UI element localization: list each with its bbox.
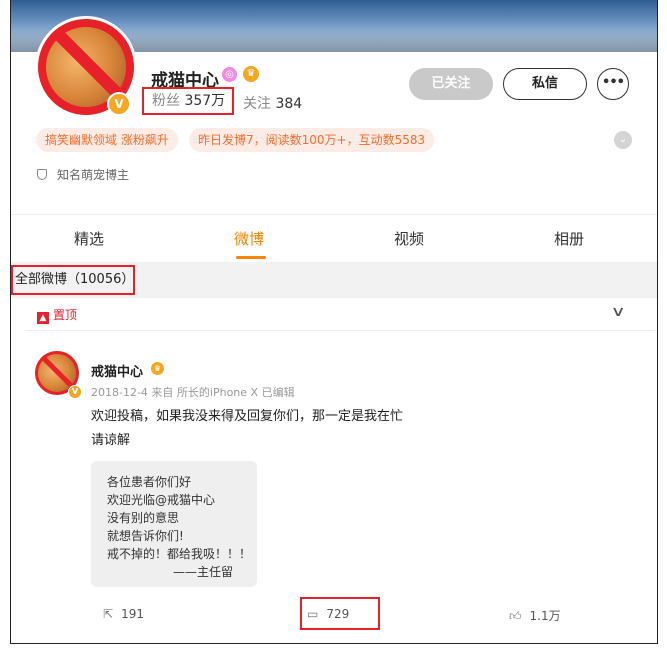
fans-count-box[interactable]: 粉丝 357万 <box>142 87 234 115</box>
pinned-text: 置顶 <box>53 308 78 322</box>
following-label: 关注 <box>243 96 271 112</box>
tab-albums[interactable]: 相册 <box>554 228 584 249</box>
pinned-label: ▲ 置顶 <box>37 306 77 324</box>
image-text-line: 戒不掉的！都给我吸！！！ <box>107 547 252 561</box>
comment-button[interactable]: ▭ 729 <box>307 607 349 621</box>
crown-icon: ♛ <box>243 66 259 82</box>
following-value: 384 <box>275 96 303 112</box>
like-button[interactable]: 👍︎ 1.1万 <box>509 607 561 624</box>
repost-count: 191 <box>121 607 144 621</box>
post-text: 欢迎投稿，如果我没来得及回复你们，那一定是我在忙 <box>91 409 404 424</box>
comment-icon: ▭ <box>307 607 319 621</box>
divider <box>11 214 657 215</box>
more-options-button[interactable]: ••• <box>597 68 629 100</box>
profile-description: 知名萌宠博主 <box>37 166 129 183</box>
tab-featured[interactable]: 精选 <box>74 228 104 249</box>
image-text-line: 就想告诉你们! <box>107 529 184 543</box>
following-count[interactable]: 关注 384 <box>243 93 302 113</box>
verified-badge-icon: V <box>107 92 131 116</box>
message-button[interactable]: 私信 <box>503 68 587 100</box>
active-tab-indicator <box>236 256 266 259</box>
image-text-line: 没有别的意思 <box>107 511 180 525</box>
member-icon: ◎ <box>222 67 237 82</box>
post-image[interactable]: 各位患者你们好 欢迎光临@戒猫中心 没有别的意思 就想告诉你们! 戒不掉的！都给… <box>91 461 257 587</box>
expand-tags-icon[interactable]: ⌄ <box>614 131 632 149</box>
shield-icon <box>37 169 47 180</box>
followed-button[interactable]: 已关注 <box>409 68 493 100</box>
profile-page: V 戒猫中心 ◎ ♛ 粉丝 357万 关注 384 已关注 私信 ••• 搞笑幽… <box>10 0 658 644</box>
tag-trending[interactable]: 搞笑幽默领域 涨粉飙升 <box>36 128 178 152</box>
tab-weibo[interactable]: 微博 <box>234 228 264 249</box>
image-text-line: ——主任留 <box>173 565 234 579</box>
crown-icon: ♛ <box>151 362 164 375</box>
post-author[interactable]: 戒猫中心 <box>91 361 143 380</box>
tab-videos[interactable]: 视频 <box>394 228 424 249</box>
verified-badge-icon: V <box>68 385 82 399</box>
thumbs-up-icon: 👍︎ <box>509 609 522 623</box>
comment-count: 729 <box>326 607 350 621</box>
description-text: 知名萌宠博主 <box>57 168 130 182</box>
post-text: 请谅解 <box>91 433 131 448</box>
pin-icon: ▲ <box>37 312 49 324</box>
repost-button[interactable]: ⇱ 191 <box>103 607 144 621</box>
post-meta: 2018-12-4 来自 所长的iPhone X 已编辑 <box>91 386 295 399</box>
image-text-line: 各位患者你们好 <box>107 475 192 489</box>
image-text-line: 欢迎光临@戒猫中心 <box>107 493 216 507</box>
divider <box>25 330 655 331</box>
fans-value: 357万 <box>184 93 226 109</box>
chevron-down-icon[interactable]: ∨ <box>610 304 625 320</box>
tag-stats[interactable]: 昨日发博7，阅读数100万+，互动数5583 <box>189 128 435 152</box>
repost-icon: ⇱ <box>103 607 114 621</box>
fans-label: 粉丝 <box>152 93 180 109</box>
like-count: 1.1万 <box>529 609 561 623</box>
all-weibo-filter[interactable]: 全部微博（10056） <box>11 265 135 295</box>
